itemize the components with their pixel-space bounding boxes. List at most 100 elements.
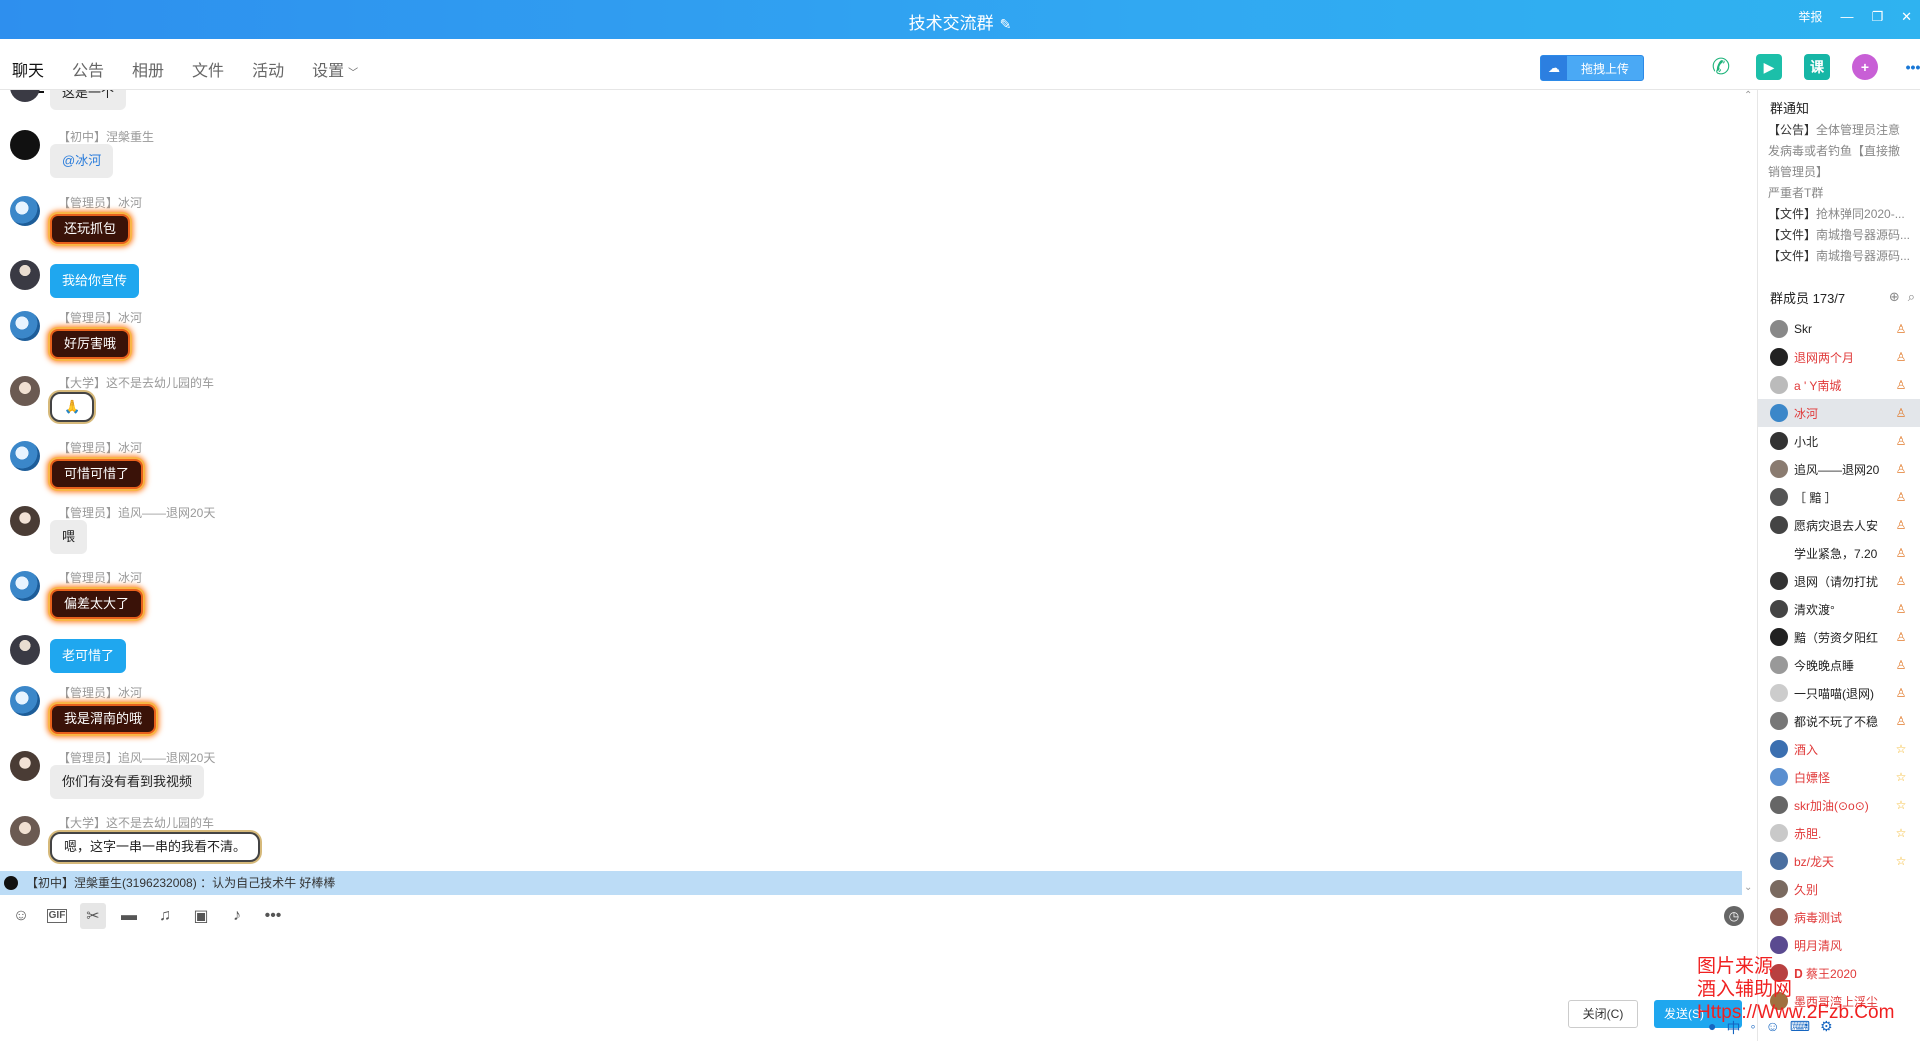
member-avatar[interactable] bbox=[1770, 376, 1788, 394]
message-bubble[interactable]: 我是渭南的哦 bbox=[50, 704, 157, 734]
tab-chat[interactable]: 聊天 bbox=[12, 57, 45, 93]
avatar[interactable] bbox=[10, 816, 40, 846]
course-icon[interactable]: 课 bbox=[1804, 54, 1830, 80]
member-item[interactable]: 追风——退网20 ♙ bbox=[1758, 455, 1920, 483]
member-avatar[interactable] bbox=[1770, 544, 1788, 562]
member-avatar[interactable] bbox=[1770, 852, 1788, 870]
avatar[interactable] bbox=[10, 311, 40, 341]
member-item[interactable]: 小北 ♙ bbox=[1758, 427, 1920, 455]
scroll-down-icon[interactable]: ⌄ bbox=[1744, 882, 1752, 893]
member-item[interactable]: ［ 黯 ］ ♙ bbox=[1758, 483, 1920, 511]
music-icon[interactable]: ♫ bbox=[152, 903, 178, 929]
restore-icon[interactable]: ❐ bbox=[1871, 9, 1883, 25]
avatar[interactable] bbox=[10, 635, 40, 665]
member-avatar[interactable] bbox=[1770, 348, 1788, 366]
member-notice-strip[interactable]: 【初中】涅槃重生(3196232008) ：认为自己技术牛 好棒棒 bbox=[0, 871, 1742, 895]
member-item[interactable]: skr加油(⊙o⊙) ☆ bbox=[1758, 791, 1920, 819]
member-avatar[interactable] bbox=[1770, 628, 1788, 646]
avatar[interactable] bbox=[10, 376, 40, 406]
message-bubble[interactable]: 这是一个 bbox=[50, 90, 127, 110]
member-avatar[interactable] bbox=[1770, 460, 1788, 478]
message-bubble[interactable]: 好厉害哦 bbox=[50, 329, 131, 359]
invite-icon[interactable]: ⊕ bbox=[1889, 289, 1900, 305]
screenshot-scissors-icon[interactable]: ✂ bbox=[80, 903, 106, 929]
member-avatar[interactable] bbox=[1770, 572, 1788, 590]
message-bubble[interactable]: 喂 bbox=[50, 520, 88, 554]
message-bubble[interactable]: 🙏 bbox=[50, 392, 95, 422]
member-item[interactable]: 今晚晚点睡 ♙ bbox=[1758, 651, 1920, 679]
avatar[interactable] bbox=[10, 686, 40, 716]
search-icon[interactable]: ⌕ bbox=[1908, 289, 1915, 305]
folder-icon[interactable]: ▬ bbox=[116, 903, 142, 929]
member-item[interactable]: 愿病灾退去人安 ♙ bbox=[1758, 511, 1920, 539]
gif-icon[interactable]: GIF bbox=[44, 903, 70, 929]
image-icon[interactable]: ▣ bbox=[188, 903, 214, 929]
member-avatar[interactable] bbox=[1770, 740, 1788, 758]
emoji-icon[interactable]: ☺ bbox=[1765, 1018, 1779, 1038]
message-bubble[interactable]: 老可惜了 bbox=[50, 639, 127, 673]
member-avatar[interactable] bbox=[1770, 432, 1788, 450]
close-icon[interactable]: ✕ bbox=[1901, 9, 1912, 25]
message-input[interactable] bbox=[0, 932, 1742, 1000]
member-avatar[interactable] bbox=[1770, 712, 1788, 730]
member-item[interactable]: 清欢渡° ♙ bbox=[1758, 595, 1920, 623]
member-item[interactable]: 学业紧急，7.20 ♙ bbox=[1758, 539, 1920, 567]
keyboard-icon[interactable]: ⌨ bbox=[1790, 1018, 1810, 1038]
add-app-icon[interactable]: + bbox=[1852, 54, 1878, 80]
ime-logo-icon[interactable]: ● bbox=[1708, 1018, 1716, 1038]
scroll-up-icon[interactable]: ⌃ bbox=[1744, 90, 1752, 101]
member-item[interactable]: 久别 bbox=[1758, 875, 1920, 903]
member-avatar[interactable] bbox=[1770, 320, 1788, 338]
notice-line[interactable]: 【文件】南城撸号器源码... bbox=[1768, 246, 1918, 267]
member-item[interactable]: 退网两个月 ♙ bbox=[1758, 343, 1920, 371]
member-item[interactable]: 退网（请勿打扰 ♙ bbox=[1758, 567, 1920, 595]
member-item[interactable]: bz/龙天 ☆ bbox=[1758, 847, 1920, 875]
minimize-icon[interactable]: — bbox=[1840, 9, 1853, 24]
member-avatar[interactable] bbox=[1770, 824, 1788, 842]
tab-album[interactable]: 相册 bbox=[132, 57, 164, 93]
member-item[interactable]: 赤胆. ☆ bbox=[1758, 819, 1920, 847]
settings-icon[interactable]: ⚙ bbox=[1820, 1018, 1833, 1038]
chat-message-area[interactable]: 这是一个 【初中】涅槃重生 @冰河 【管理员】冰河 还玩抓包 我给你宣传 【管理… bbox=[0, 90, 1742, 870]
member-avatar[interactable] bbox=[1770, 656, 1788, 674]
punctuation-icon[interactable]: ◦ bbox=[1750, 1018, 1755, 1038]
message-bubble[interactable]: 我给你宣传 bbox=[50, 264, 140, 298]
member-avatar[interactable] bbox=[1770, 880, 1788, 898]
member-avatar[interactable] bbox=[1770, 516, 1788, 534]
group-notice-list[interactable]: 【公告】全体管理员注意 发病毒或者钓鱼【直接撤 销管理员】 严重者T群 【文件】… bbox=[1768, 120, 1918, 267]
message-bubble[interactable]: 偏差太大了 bbox=[50, 589, 144, 619]
member-avatar[interactable] bbox=[1770, 936, 1788, 954]
mute-bell-icon[interactable]: ♪ bbox=[224, 903, 250, 929]
notice-line[interactable]: 【文件】南城撸号器源码... bbox=[1768, 225, 1918, 246]
close-button[interactable]: 关闭(C) bbox=[1568, 1000, 1638, 1028]
avatar[interactable] bbox=[10, 571, 40, 601]
message-bubble[interactable]: 嗯，这字一串一串的我看不清。 bbox=[50, 832, 261, 862]
message-bubble[interactable]: 还玩抓包 bbox=[50, 214, 131, 244]
member-item[interactable]: 冰河 ♙ bbox=[1758, 399, 1920, 427]
member-item[interactable]: 酒入 ☆ bbox=[1758, 735, 1920, 763]
member-item[interactable]: 都说不玩了不稳 ♙ bbox=[1758, 707, 1920, 735]
message-bubble[interactable]: @冰河 bbox=[50, 144, 114, 178]
history-clock-icon[interactable]: ◷ bbox=[1724, 906, 1744, 926]
member-avatar[interactable] bbox=[1770, 600, 1788, 618]
edit-icon[interactable]: ✎ bbox=[1000, 16, 1012, 33]
member-avatar[interactable] bbox=[1770, 684, 1788, 702]
member-item[interactable]: 白嫖怪 ☆ bbox=[1758, 763, 1920, 791]
member-avatar[interactable] bbox=[1770, 908, 1788, 926]
member-avatar[interactable] bbox=[1770, 488, 1788, 506]
member-avatar[interactable] bbox=[1770, 796, 1788, 814]
notice-line[interactable]: 【文件】抢林弹同2020-... bbox=[1768, 204, 1918, 225]
tab-announcement[interactable]: 公告 bbox=[72, 57, 104, 93]
avatar[interactable] bbox=[10, 441, 40, 471]
report-button[interactable]: 举报 bbox=[1798, 8, 1822, 25]
avatar[interactable] bbox=[10, 751, 40, 781]
tab-settings[interactable]: 设置 ﹀ bbox=[312, 57, 358, 93]
member-item[interactable]: 一只喵喵(退网) ♙ bbox=[1758, 679, 1920, 707]
member-item[interactable]: a ' Y南城 ♙ bbox=[1758, 371, 1920, 399]
ime-mode-label[interactable]: 中 bbox=[1726, 1018, 1740, 1038]
member-item[interactable]: Skr ♙ bbox=[1758, 315, 1920, 343]
message-bubble[interactable]: 你们有没有看到我视频 bbox=[50, 765, 205, 799]
member-avatar[interactable] bbox=[1770, 404, 1788, 422]
phone-icon[interactable]: ✆ bbox=[1708, 54, 1734, 80]
emoji-icon[interactable]: ☺ bbox=[8, 903, 34, 929]
